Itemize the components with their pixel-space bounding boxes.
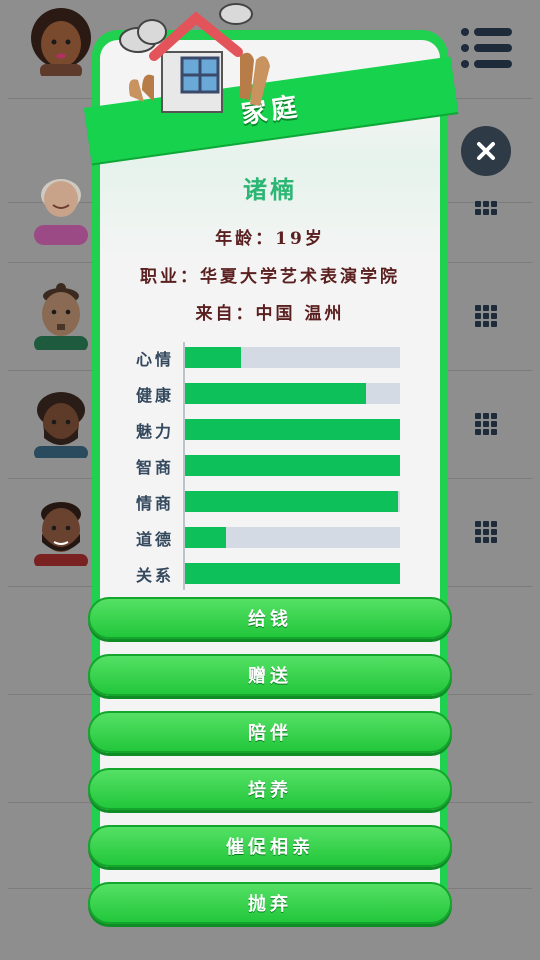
avatar[interactable] bbox=[26, 175, 96, 245]
avatar[interactable] bbox=[26, 6, 96, 76]
stat-fill-relationship bbox=[185, 563, 400, 584]
close-button[interactable] bbox=[461, 126, 511, 176]
avatar[interactable] bbox=[26, 388, 96, 458]
grid-dots-icon[interactable] bbox=[474, 412, 498, 436]
grid-dots-icon[interactable] bbox=[474, 520, 498, 544]
stat-fill-eq bbox=[185, 491, 398, 512]
job-line: 职业：华夏大学艺术表演学院 bbox=[140, 267, 400, 287]
stat-label-iq: 智商 bbox=[135, 458, 174, 477]
stat-fill-health bbox=[185, 383, 366, 404]
age-line: 年龄：19岁 bbox=[215, 229, 325, 249]
stat-bar-health bbox=[185, 383, 400, 404]
stat-fill-morality bbox=[185, 527, 226, 548]
stat-label-relationship: 关系 bbox=[135, 566, 174, 585]
stat-bar-iq bbox=[185, 455, 400, 476]
abandon-button[interactable]: 抛弃 bbox=[88, 882, 452, 924]
stat-fill-mood bbox=[185, 347, 241, 368]
nurture-button[interactable]: 培养 bbox=[88, 768, 452, 810]
stat-label-health: 健康 bbox=[135, 386, 174, 405]
house-icon bbox=[119, 3, 270, 113]
grid-dots-icon[interactable] bbox=[474, 304, 498, 328]
stat-fill-charm bbox=[185, 419, 400, 440]
from-line: 来自：中国 温州 bbox=[195, 304, 345, 324]
list-menu-icon[interactable] bbox=[460, 26, 512, 70]
urge-blind-date-button[interactable]: 催促相亲 bbox=[88, 825, 452, 867]
stat-bar-eq bbox=[185, 491, 400, 512]
stat-label-morality: 道德 bbox=[135, 530, 174, 549]
stat-label-eq: 情商 bbox=[135, 494, 174, 513]
stat-bar-morality bbox=[185, 527, 400, 548]
stat-label-charm: 魅力 bbox=[135, 422, 174, 441]
grid-dots-icon[interactable] bbox=[474, 200, 498, 224]
avatar[interactable] bbox=[26, 496, 96, 566]
stat-bar-mood bbox=[185, 347, 400, 368]
stat-bar-relationship bbox=[185, 563, 400, 584]
stat-bar-charm bbox=[185, 419, 400, 440]
stat-label-mood: 心情 bbox=[135, 350, 174, 369]
gift-button[interactable]: 赠送 bbox=[88, 654, 452, 696]
character-name: 诸楠 bbox=[243, 175, 297, 204]
close-icon bbox=[477, 142, 495, 160]
accompany-button[interactable]: 陪伴 bbox=[88, 711, 452, 753]
stat-fill-iq bbox=[185, 455, 400, 476]
avatar[interactable] bbox=[26, 280, 96, 350]
give-money-button[interactable]: 给钱 bbox=[88, 597, 452, 639]
